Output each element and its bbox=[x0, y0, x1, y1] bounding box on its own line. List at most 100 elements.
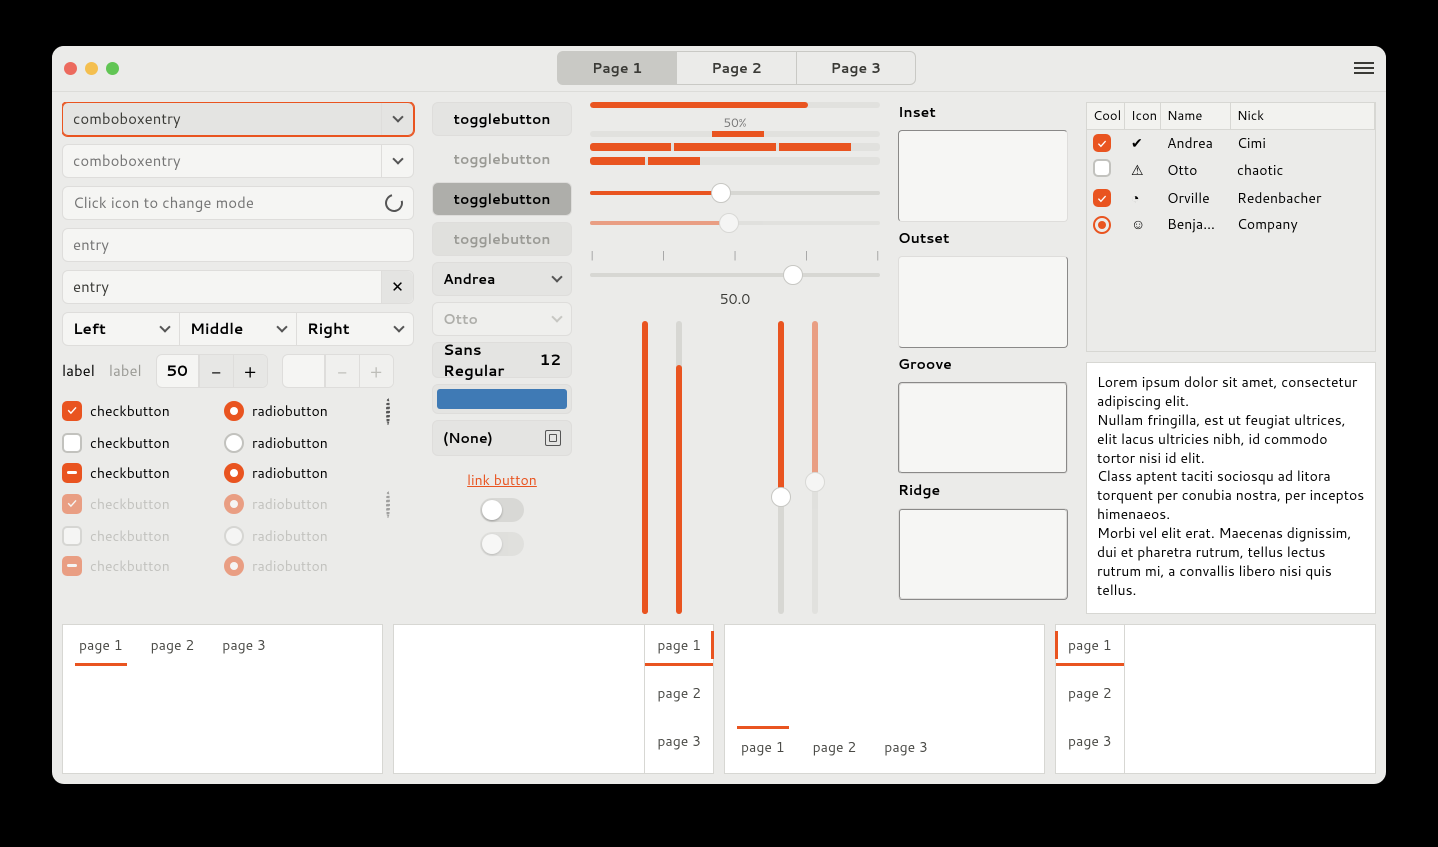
font-button[interactable]: Sans Regular12 bbox=[432, 342, 572, 378]
comboboxentry-1-dropdown[interactable] bbox=[381, 103, 413, 135]
radiobutton-2[interactable]: radiobutton bbox=[224, 433, 386, 453]
checkbutton-3[interactable]: checkbutton bbox=[62, 463, 224, 483]
checkbox-icon bbox=[62, 526, 82, 546]
nb-top-tab-2[interactable]: page 2 bbox=[147, 625, 199, 665]
mode-entry-input[interactable] bbox=[73, 192, 385, 213]
checkbutton-4-label: checkbutton bbox=[90, 494, 170, 514]
comboboxentry-2-dropdown[interactable] bbox=[381, 145, 413, 177]
checkbutton-1[interactable]: checkbutton bbox=[62, 400, 224, 423]
radiobutton-4-label: radiobutton bbox=[252, 494, 328, 514]
frame-outset bbox=[898, 256, 1068, 348]
column-buttons: togglebutton togglebutton togglebutton t… bbox=[432, 102, 572, 614]
combobox-andrea-label: Andrea bbox=[443, 269, 495, 289]
frame-groove bbox=[898, 382, 1068, 474]
entry-1[interactable] bbox=[62, 228, 414, 262]
entry-1-input[interactable] bbox=[73, 234, 403, 255]
window-controls bbox=[64, 62, 119, 75]
checkbox-icon[interactable] bbox=[1093, 189, 1111, 207]
spinbutton-2-minus: − bbox=[325, 355, 359, 387]
header-tab-page1[interactable]: Page 1 bbox=[557, 51, 677, 85]
togglebutton-1[interactable]: togglebutton bbox=[432, 102, 572, 136]
vscale-1[interactable] bbox=[642, 321, 648, 614]
checkbox-icon[interactable] bbox=[1093, 159, 1111, 177]
nb-bottom-tab-1[interactable]: page 1 bbox=[737, 727, 789, 767]
comboboxentry-2[interactable] bbox=[62, 144, 414, 178]
check-radio-grid: checkbutton radiobutton checkbutton radi… bbox=[62, 400, 414, 576]
close-icon[interactable] bbox=[64, 62, 77, 75]
treeview[interactable]: Cool Icon Name Nick ✔ Andrea Cimi ⚠ bbox=[1086, 102, 1376, 352]
face-icon: ☺ bbox=[1131, 214, 1167, 234]
tree-row[interactable]: ☺ Benja… Company bbox=[1087, 211, 1375, 237]
tree-row[interactable]: ⚠ Otto chaotic bbox=[1087, 156, 1375, 185]
checkbutton-2[interactable]: checkbutton bbox=[62, 433, 224, 453]
radio-icon[interactable] bbox=[1093, 216, 1111, 234]
link-button[interactable]: link button bbox=[432, 470, 572, 490]
seg-middle[interactable]: Middle bbox=[180, 312, 297, 346]
nb-left-tab-2[interactable]: page 2 bbox=[1056, 673, 1124, 713]
vscale-3[interactable] bbox=[778, 321, 784, 614]
spinbutton-1[interactable]: 50 − + bbox=[156, 354, 268, 388]
nb-bottom-tab-3[interactable]: page 3 bbox=[880, 727, 932, 767]
tree-row[interactable]: ◔ Orville Redenbacher bbox=[1087, 185, 1375, 211]
combobox-andrea[interactable]: Andrea bbox=[432, 262, 572, 296]
mode-entry[interactable] bbox=[62, 186, 414, 220]
radiobutton-1[interactable]: radiobutton bbox=[224, 400, 386, 423]
checkbutton-6-label: checkbutton bbox=[90, 556, 170, 576]
switch-1[interactable] bbox=[480, 498, 524, 522]
textview[interactable]: Lorem ipsum dolor sit amet, consectetur … bbox=[1086, 362, 1376, 614]
comboboxentry-1[interactable] bbox=[62, 102, 414, 136]
chevron-down-icon bbox=[392, 111, 403, 122]
vscale-2[interactable] bbox=[676, 321, 682, 614]
entry-2-clear[interactable]: ✕ bbox=[381, 271, 413, 303]
checkbox-icon bbox=[62, 556, 82, 576]
nb-bottom-tab-2[interactable]: page 2 bbox=[809, 727, 861, 767]
spinbutton-1-value[interactable]: 50 bbox=[157, 355, 199, 387]
hscale-1[interactable] bbox=[590, 181, 880, 205]
nb-top-tab-3[interactable]: page 3 bbox=[218, 625, 270, 665]
tree-row[interactable]: ✔ Andrea Cimi bbox=[1087, 130, 1375, 156]
tree-cell-nick: Cimi bbox=[1237, 133, 1369, 153]
seg-right-label: Right bbox=[307, 318, 350, 339]
label-1: label bbox=[62, 360, 95, 381]
tree-cell-nick: Company bbox=[1237, 214, 1369, 234]
entry-2-input[interactable] bbox=[73, 276, 373, 297]
tree-header-nick[interactable]: Nick bbox=[1231, 103, 1375, 130]
hscale-3[interactable] bbox=[590, 263, 880, 287]
tree-header-cool[interactable]: Cool bbox=[1087, 103, 1125, 130]
app-window: Page 1 Page 2 Page 3 bbox=[52, 46, 1386, 784]
vertical-scales bbox=[590, 315, 880, 614]
header-tab-page3[interactable]: Page 3 bbox=[797, 51, 916, 85]
tree-header-icon[interactable]: Icon bbox=[1125, 103, 1161, 130]
nb-right-tab-2[interactable]: page 2 bbox=[645, 673, 713, 713]
font-name: Sans Regular bbox=[443, 339, 540, 381]
minimize-icon[interactable] bbox=[85, 62, 98, 75]
radio-icon bbox=[224, 463, 244, 483]
togglebutton-2[interactable]: togglebutton bbox=[432, 142, 572, 176]
nb-top-tab-1[interactable]: page 1 bbox=[75, 625, 127, 665]
entry-2[interactable]: ✕ bbox=[62, 270, 414, 304]
comboboxentry-2-input[interactable] bbox=[73, 150, 373, 171]
color-button[interactable] bbox=[432, 384, 572, 414]
radiobutton-6-label: radiobutton bbox=[252, 556, 328, 576]
radiobutton-6-disabled: radiobutton bbox=[224, 556, 386, 576]
nb-right-tab-3[interactable]: page 3 bbox=[645, 721, 713, 761]
reload-icon[interactable] bbox=[382, 191, 407, 216]
togglebutton-3[interactable]: togglebutton bbox=[432, 182, 572, 216]
radiobutton-3[interactable]: radiobutton bbox=[224, 463, 386, 483]
checkbox-icon[interactable] bbox=[1093, 134, 1111, 152]
chevron-down-icon bbox=[276, 321, 287, 332]
header-tab-page2[interactable]: Page 2 bbox=[677, 51, 796, 85]
spinbutton-1-minus[interactable]: − bbox=[199, 355, 233, 387]
vscale-4-disabled bbox=[812, 321, 818, 614]
nb-left-tab-1[interactable]: page 1 bbox=[1056, 625, 1124, 665]
comboboxentry-1-input[interactable] bbox=[73, 108, 373, 129]
file-chooser-button[interactable]: (None) bbox=[432, 420, 572, 456]
seg-right[interactable]: Right bbox=[297, 312, 414, 346]
spinbutton-1-plus[interactable]: + bbox=[233, 355, 267, 387]
seg-left[interactable]: Left bbox=[62, 312, 180, 346]
tree-header-name[interactable]: Name bbox=[1161, 103, 1231, 130]
maximize-icon[interactable] bbox=[106, 62, 119, 75]
hamburger-menu-icon[interactable] bbox=[1354, 62, 1374, 74]
nb-right-tab-1[interactable]: page 1 bbox=[645, 625, 713, 665]
nb-left-tab-3[interactable]: page 3 bbox=[1056, 721, 1124, 761]
